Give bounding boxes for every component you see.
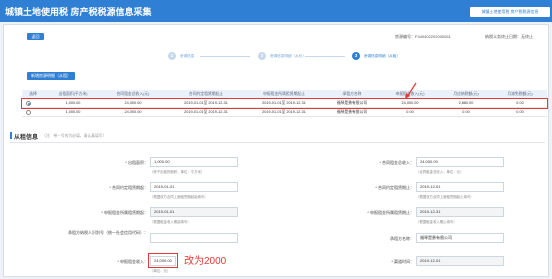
cell-decl-period: 2019-01-01至 2019-12-31 [262, 110, 306, 114]
app-header: 城镇土地使用税 房产税税源信息采集 城镇土地使用税 房产税税源信息 [0, 0, 552, 22]
step-2-icon[interactable]: 2 [258, 52, 266, 60]
cell-monthly-tax: 0.00 [462, 110, 470, 114]
cell-period: 2019-01-01至 2019-12-31 [184, 101, 228, 105]
col-header: 月减免税额(元) [507, 92, 533, 96]
cell-monthly-tax: 2,880.00 [458, 101, 474, 105]
col-header: 月应纳税额(元) [453, 92, 479, 96]
step-connector [200, 56, 250, 57]
total-field[interactable]: 24,000.00 [416, 157, 504, 167]
col-header: 合同约定租赁期起止 [188, 92, 224, 96]
cell-total: 24,000.00 [124, 101, 142, 105]
step-2-label: 房源信息明细（从价） [270, 54, 306, 58]
section-title: 从租信息 [14, 135, 39, 141]
start-hint: （根据双方合同上面租赁期起始填写） [150, 195, 208, 199]
doc-status: 纳税义务终止日期：无终止 [485, 34, 533, 39]
add-rental-detail-button[interactable]: 新增房源明细（从租） [27, 72, 75, 80]
rent-label: * 申报租金收入： [117, 259, 148, 264]
cell-period: 2019-01-01至 2019-12-31 [184, 110, 228, 114]
area-field[interactable]: 1,000.00 [150, 157, 238, 167]
area-label: * 出租面积： [125, 160, 148, 165]
cell-tenant: 福琴是勇有限公司 [336, 101, 368, 105]
start-date-field[interactable]: 2019-01-01 [150, 182, 238, 192]
cell-rent: 24,000.00 [401, 101, 419, 105]
step-3-label: 房源信息明细（从租） [364, 54, 400, 58]
area-hint: （房子出租的面积，单位：平方米） [150, 170, 205, 174]
step-3-icon[interactable]: 3 [352, 52, 360, 60]
back-button[interactable]: 返回 [27, 33, 44, 40]
table-row[interactable]: 1,000.00 24,000.00 2019-01-01至 2019-12-3… [21, 98, 548, 109]
doc-number: 房源编号：F440402202000051 [395, 34, 451, 39]
rental-table: 选择 出租面积(平方米) 合同租金总收入(元) 合同约定租赁期起止 申报租金所属… [21, 90, 548, 117]
cell-rent: 0.00 [406, 110, 414, 114]
red-arrow-icon [405, 82, 417, 99]
cell-area: 1,000.00 [65, 110, 81, 114]
col-header: 申报租金所属租赁期起止 [263, 92, 305, 96]
tenant-id-label: 承租方纳税人识别号（统一社会信用代码）： [68, 230, 148, 235]
decl-start-hint: （根据租金收入期起填写） [150, 220, 191, 224]
cell-total: 24,000.00 [124, 110, 142, 114]
date-label: * 渠道时间： [391, 259, 414, 264]
cell-monthly-relief: 0.00 [516, 101, 524, 105]
step-connector [305, 56, 345, 57]
cell-tenant: 福琴是勇有限公司 [336, 110, 368, 114]
highlight-box [148, 253, 178, 268]
tenant-name-field[interactable]: 福琴是勇有限公司 [416, 233, 504, 243]
col-header: 出租面积(平方米) [58, 92, 88, 96]
annotation-text: 改为2000 [184, 256, 227, 267]
nav-button[interactable]: 城镇土地使用税 房产税税源信息 [470, 7, 550, 17]
row-radio[interactable] [26, 101, 31, 106]
start-label: * 合同约定租赁期起： [109, 185, 148, 190]
decl-start-field[interactable]: 2019-01-01 [150, 207, 238, 217]
cell-monthly-relief: 0.00 [516, 110, 524, 114]
end-hint: （根据双方合同上面租赁期起止填写） [416, 195, 474, 199]
cell-area: 1,000.00 [65, 101, 81, 105]
tenant-name-label: 承租方名称： [390, 236, 414, 241]
decl-start-label: * 申报租金所属租赁期起： [101, 210, 148, 215]
divider [10, 142, 545, 143]
end-date-field[interactable]: 2019-12-01 [416, 182, 504, 192]
col-header: 选择 [29, 92, 37, 96]
cell-decl-period: 2019-01-01至 2019-12-31 [262, 101, 306, 105]
table-row[interactable]: 1,000.00 24,000.00 2019-01-01至 2019-12-3… [22, 108, 547, 117]
step-1-label: 房源信息 [180, 54, 195, 58]
section-note: （注：带 * 号的为必填，请认真填写） [42, 134, 107, 138]
table-header: 选择 出租面积(平方米) 合同租金总收入(元) 合同约定租赁期起止 申报租金所属… [22, 90, 547, 99]
date-field[interactable]: 2019-12-01 [416, 256, 504, 266]
total-label: * 合同租金总收入： [379, 160, 414, 165]
row-radio[interactable] [26, 110, 31, 115]
page-title: 城镇土地使用税 房产税税源信息采集 [5, 7, 152, 17]
end-label: * 合同约定租赁期止： [375, 185, 414, 190]
decl-end-field[interactable]: 2019-12-31 [416, 207, 504, 217]
col-header: 承租方名称 [342, 92, 362, 96]
step-1-icon[interactable]: 1 [168, 52, 176, 60]
decl-end-hint: （根据租金收入期止填写） [416, 220, 457, 224]
total-hint: （合同租金总收入，单位：元） [416, 170, 464, 174]
tenant-id-field[interactable] [150, 233, 238, 243]
rent-hint: （单位：元） [150, 269, 171, 273]
section-marker [10, 132, 12, 139]
decl-end-label: * 申报租金所属租赁期止： [367, 210, 414, 215]
col-header: 合同租金总收入(元) [116, 92, 150, 96]
